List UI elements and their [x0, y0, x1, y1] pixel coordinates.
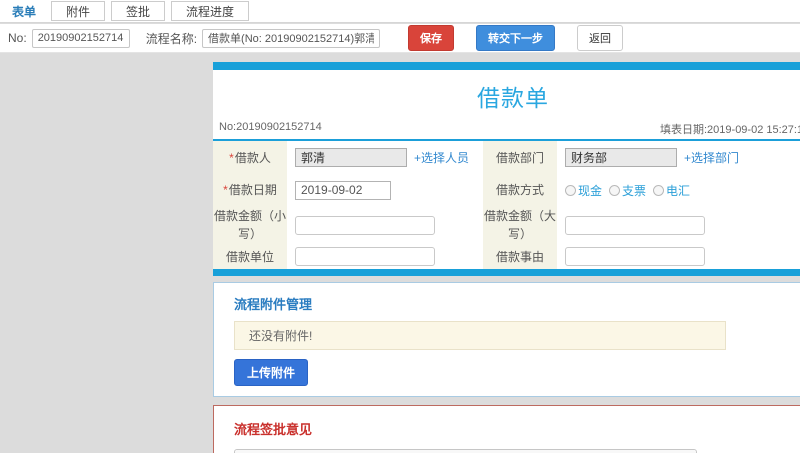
tab-attachments[interactable]: 附件 — [51, 1, 106, 21]
radio-cash[interactable]: 现金 — [565, 182, 602, 199]
no-input[interactable] — [31, 28, 130, 48]
required-asterisk: * — [223, 183, 228, 197]
radio-wire-transfer[interactable]: 电汇 — [653, 182, 690, 199]
radio-cheque[interactable]: 支票 — [609, 182, 646, 199]
approval-opinion-title: 流程签批意见 — [234, 422, 313, 437]
loan-date-input[interactable] — [295, 180, 391, 200]
loan-method-label: 借款方式 — [483, 174, 557, 206]
loan-unit-input[interactable] — [295, 247, 435, 266]
amount-lowercase-label: 借款金额（小写） — [213, 206, 287, 244]
rich-text-editor: B I abc — [234, 449, 697, 453]
loan-form-panel: 借款单 No:20190902152714 填表日期:2019-09-02 15… — [213, 62, 800, 276]
loan-unit-label: 借款单位 — [213, 244, 287, 269]
radio-icon[interactable] — [565, 184, 576, 196]
no-attachments-notice: 还没有附件! — [234, 321, 726, 350]
form-title: 借款单 — [477, 85, 549, 111]
action-toolbar: No: 流程名称: 保存 转交下一步 返回 — [0, 24, 800, 53]
attachments-title: 流程附件管理 — [234, 297, 313, 312]
back-button[interactable]: 返回 — [577, 25, 624, 51]
select-department-link[interactable]: +选择部门 — [684, 149, 739, 166]
radio-icon[interactable] — [609, 184, 621, 196]
borrower-label: * 借款人 — [213, 141, 287, 174]
approval-opinion-panel: 流程签批意见 B I abc — [213, 405, 800, 453]
tab-form[interactable]: 表单 — [0, 0, 48, 22]
process-name-label: 流程名称: — [145, 31, 198, 46]
loan-date-label: * 借款日期 — [213, 174, 287, 206]
amount-lowercase-input[interactable] — [295, 215, 435, 235]
loan-reason-label: 借款事由 — [483, 244, 557, 269]
amount-uppercase-label: 借款金额（大写） — [483, 206, 557, 244]
loan-method-radio-group: 现金 支票 电汇 — [565, 182, 690, 199]
main-content: 借款单 No:20190902152714 填表日期:2019-09-02 15… — [213, 62, 800, 453]
save-button[interactable]: 保存 — [408, 25, 455, 51]
forward-next-step-button[interactable]: 转交下一步 — [476, 25, 556, 51]
no-label: No: — [8, 31, 27, 45]
form-right-column: 借款部门 +选择部门 借款方式 现金 支票 电汇 — [483, 141, 800, 269]
panel-bottom-accent-bar — [213, 269, 800, 276]
form-fill-date-text: 填表日期:2019-09-02 15:27:1 — [660, 124, 800, 136]
department-input[interactable] — [565, 148, 677, 167]
attachments-panel: 流程附件管理 还没有附件! 上传附件 — [213, 282, 800, 397]
loan-reason-input[interactable] — [565, 247, 705, 266]
process-name-input[interactable] — [202, 28, 381, 48]
form-fields-table: *借款人 +选择人员 *借款日期 借款金额（小写） — [213, 141, 800, 269]
form-number-text: No:20190902152714 — [219, 121, 322, 133]
required-asterisk: * — [229, 150, 234, 165]
form-left-column: *借款人 +选择人员 *借款日期 借款金额（小写） — [213, 141, 483, 269]
select-person-link[interactable]: +选择人员 — [414, 149, 469, 166]
borrower-input[interactable] — [295, 148, 407, 167]
amount-uppercase-input[interactable] — [565, 215, 705, 235]
upload-attachment-button[interactable]: 上传附件 — [234, 359, 309, 386]
form-meta-row: No:20190902152714 填表日期:2019-09-02 15:27:… — [213, 118, 800, 139]
panel-top-accent-bar — [213, 62, 800, 70]
radio-icon[interactable] — [653, 184, 665, 196]
department-label: 借款部门 — [483, 141, 557, 174]
tab-bar: 表单 附件 签批 流程进度 — [0, 0, 800, 23]
tab-approval[interactable]: 签批 — [111, 1, 166, 21]
tab-process-progress[interactable]: 流程进度 — [171, 1, 250, 21]
